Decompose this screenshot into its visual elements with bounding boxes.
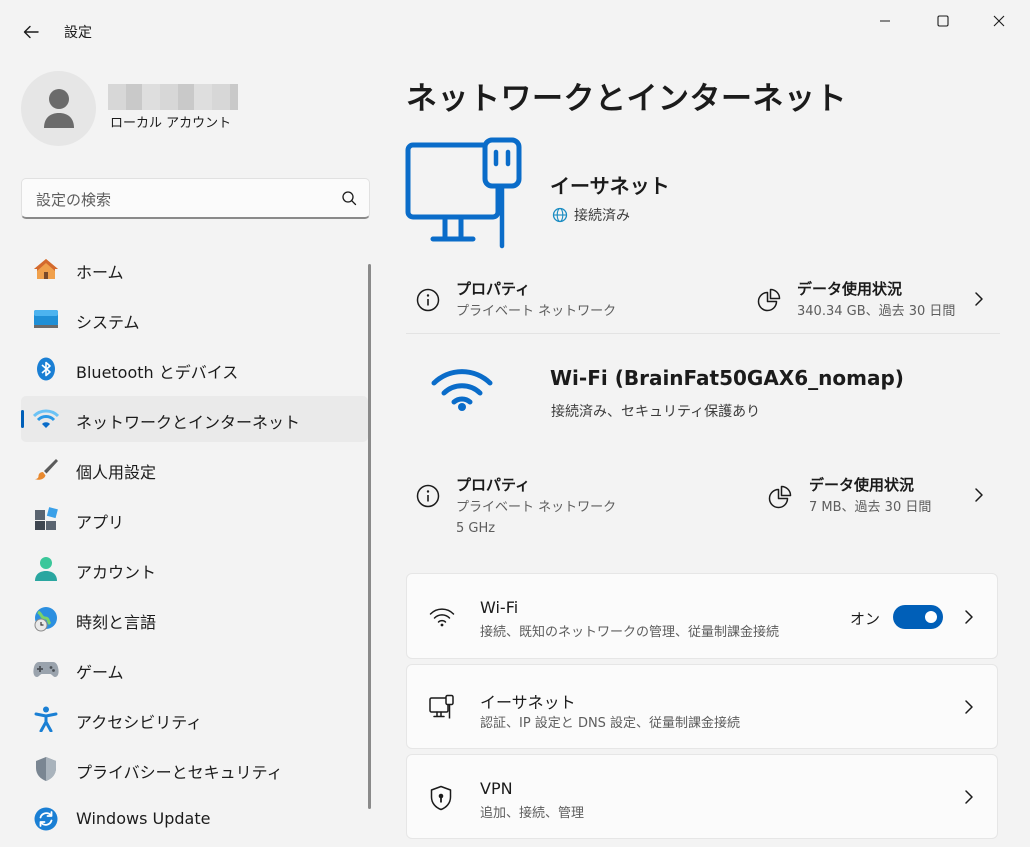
wifi-network-name: Wi-Fi (BrainFat50GAX6_nomap): [550, 366, 904, 390]
maximize-icon: [937, 15, 949, 27]
sidebar-item-label: 個人用設定: [76, 463, 157, 482]
ethernet-pc-icon: [405, 137, 522, 249]
chevron-right-icon: [965, 700, 973, 714]
chevron-right-icon: [965, 790, 973, 804]
card-subtitle: 認証、IP 設定と DNS 設定、従量制課金接続: [480, 716, 741, 731]
chevron-right-icon: [975, 488, 983, 502]
ethernet-name: イーサネット: [550, 174, 670, 198]
data-usage-subtitle: 340.34 GB、過去 30 日間: [797, 304, 956, 319]
wifi-icon: [33, 407, 59, 431]
accessibility-icon: [33, 706, 59, 732]
sidebar-item-label: 時刻と言語: [76, 613, 157, 632]
sidebar-item-label: プライバシーとセキュリティ: [76, 763, 283, 782]
shield-lock-icon: [430, 785, 452, 811]
card-title: VPN: [480, 779, 513, 798]
search-icon[interactable]: [341, 190, 357, 206]
account-type: ローカル アカウント: [110, 116, 232, 131]
sidebar-item-label: アカウント: [76, 563, 157, 582]
avatar[interactable]: [21, 71, 96, 146]
vpn-settings-card[interactable]: VPN 追加、接続、管理: [406, 754, 998, 839]
search-box[interactable]: 設定の検索: [21, 178, 370, 219]
ethernet-settings-card[interactable]: イーサネット 認証、IP 設定と DNS 設定、従量制課金接続: [406, 664, 998, 749]
card-subtitle: 接続、既知のネットワークの管理、従量制課金接続: [480, 625, 780, 640]
pie-chart-icon: [757, 288, 781, 312]
apps-icon: [33, 507, 59, 531]
close-button[interactable]: [976, 6, 1022, 36]
ethernet-status: 接続済み: [552, 205, 630, 225]
sidebar-item-bluetooth[interactable]: Bluetooth とデバイス: [21, 346, 368, 392]
data-usage-subtitle: 7 MB、過去 30 日間: [809, 500, 932, 515]
sidebar-item-label: ホーム: [76, 263, 124, 282]
sidebar-item-accessibility[interactable]: アクセシビリティ: [21, 696, 368, 742]
sidebar-item-label: アクセシビリティ: [76, 713, 203, 732]
card-subtitle: 追加、接続、管理: [480, 806, 585, 821]
page-title: ネットワークとインターネット: [406, 81, 847, 117]
sidebar-item-system[interactable]: システム: [21, 296, 368, 342]
chevron-right-icon: [975, 292, 983, 306]
sidebar-item-windows-update[interactable]: Windows Update: [21, 796, 368, 842]
sidebar-item-label: Bluetooth とデバイス: [76, 363, 239, 382]
card-title: Wi-Fi: [480, 598, 519, 617]
sidebar-item-label: アプリ: [76, 513, 125, 532]
bluetooth-icon: [33, 357, 59, 381]
pie-chart-icon: [768, 485, 792, 509]
person-icon: [33, 557, 59, 581]
globe-icon: [552, 207, 568, 223]
data-usage-title: データ使用状況: [797, 280, 903, 298]
divider: [406, 333, 1000, 334]
back-button[interactable]: [16, 18, 46, 46]
sidebar-item-privacy[interactable]: プライバシーとセキュリティ: [21, 746, 368, 792]
user-name: [108, 84, 238, 110]
sidebar-item-gaming[interactable]: ゲーム: [21, 646, 368, 692]
chevron-right-icon: [965, 610, 973, 624]
back-arrow-icon: [23, 25, 39, 39]
app-title: 設定: [64, 25, 92, 41]
card-title: イーサネット: [480, 693, 576, 712]
ethernet-icon: [429, 694, 454, 719]
maximize-button[interactable]: [920, 6, 966, 36]
sidebar-item-label: ゲーム: [76, 663, 124, 682]
title-bar: 設定: [0, 0, 1030, 62]
properties-subtitle: プライベート ネットワーク: [456, 500, 617, 515]
sidebar-item-label: Windows Update: [76, 809, 211, 828]
minimize-button[interactable]: [862, 6, 908, 36]
minimize-icon: [880, 20, 890, 22]
home-icon: [33, 257, 59, 281]
wifi-toggle[interactable]: [893, 605, 943, 629]
monitor-icon: [33, 307, 59, 331]
shield-icon: [33, 757, 59, 781]
properties-subtitle: プライベート ネットワーク: [456, 304, 617, 319]
info-icon: [416, 484, 440, 508]
wifi-settings-card[interactable]: Wi-Fi 接続、既知のネットワークの管理、従量制課金接続 オン: [406, 573, 998, 659]
sidebar-scrollbar[interactable]: [368, 264, 371, 809]
data-usage-title: データ使用状況: [809, 476, 915, 494]
wifi-icon: [429, 608, 455, 627]
info-icon: [416, 288, 440, 312]
search-input[interactable]: 設定の検索: [36, 189, 111, 210]
sidebar-item-apps[interactable]: アプリ: [21, 496, 368, 542]
wifi-status: 接続済み、セキュリティ保護あり: [551, 404, 761, 420]
sidebar-item-network[interactable]: ネットワークとインターネット: [21, 396, 368, 442]
wifi-toggle-label: オン: [850, 610, 881, 628]
sidebar-item-accounts[interactable]: アカウント: [21, 546, 368, 592]
update-icon: [33, 807, 59, 831]
properties-title: プロパティ: [456, 280, 531, 298]
person-icon: [43, 88, 74, 128]
sidebar-nav: ホーム システム Bluetooth とデバイス ネットワークとインターネット …: [21, 246, 368, 846]
sidebar-item-label: システム: [76, 313, 140, 332]
brush-icon: [33, 457, 59, 481]
properties-band: 5 GHz: [456, 521, 496, 536]
sidebar-item-time-language[interactable]: 時刻と言語: [21, 596, 368, 642]
properties-title: プロパティ: [456, 476, 531, 494]
sidebar-item-home[interactable]: ホーム: [21, 246, 368, 292]
wifi-icon: [431, 369, 493, 411]
close-icon: [993, 15, 1005, 27]
sidebar-item-personalization[interactable]: 個人用設定: [21, 446, 368, 492]
globe-clock-icon: [33, 607, 59, 632]
ethernet-status-text: 接続済み: [574, 208, 630, 224]
sidebar-item-label: ネットワークとインターネット: [76, 413, 301, 432]
gamepad-icon: [33, 657, 59, 681]
